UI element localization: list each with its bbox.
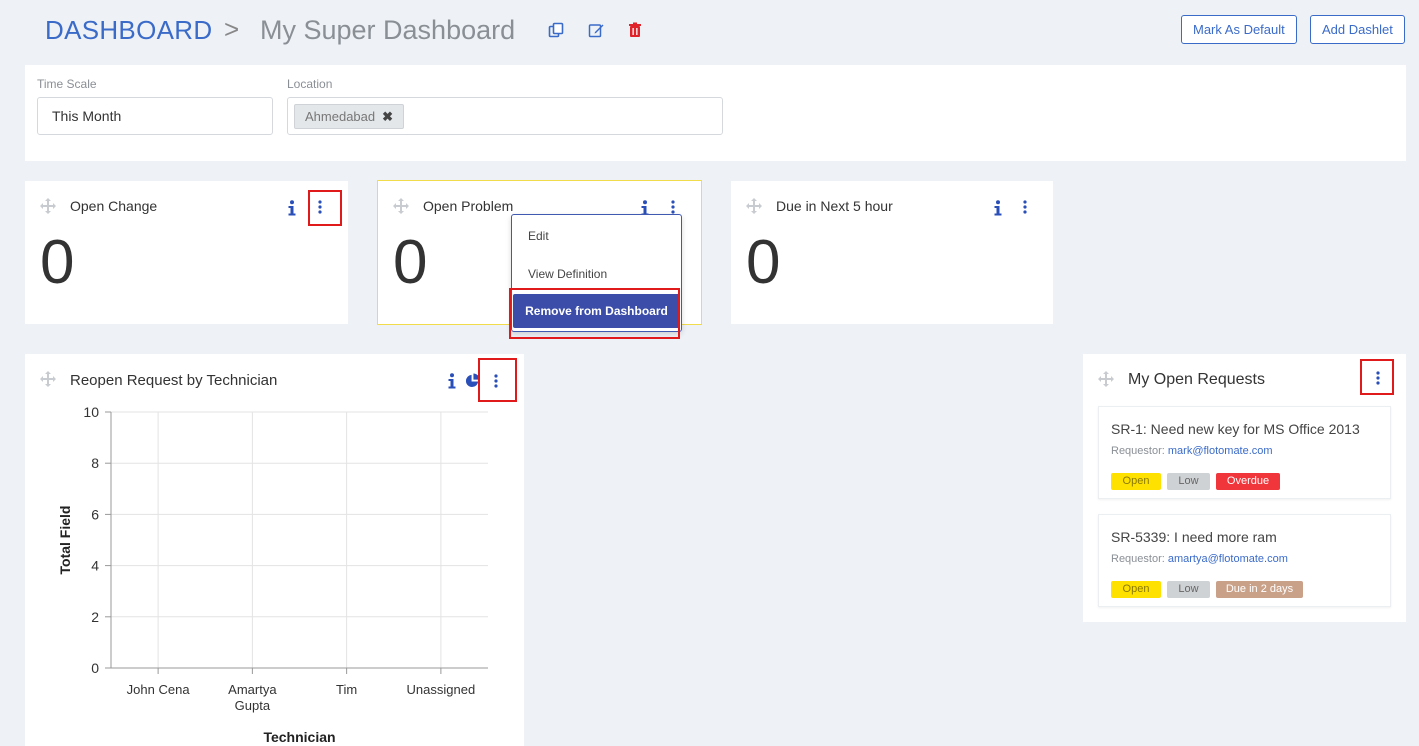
page-title: My Super Dashboard	[260, 15, 516, 45]
dashlet-value: 0	[393, 228, 428, 297]
menu-item-edit[interactable]: Edit	[528, 229, 549, 243]
x-tick-label: Amartya Gupta	[228, 682, 277, 713]
more-options-icon[interactable]	[670, 200, 676, 214]
status-badge: Open	[1111, 581, 1161, 598]
requestor-line: Requestor: mark@flotomate.com	[1111, 445, 1273, 457]
y-tick-label: 2	[91, 609, 99, 625]
location-label: Location	[287, 77, 333, 91]
filter-panel: Time Scale This Month Location Ahmedabad…	[25, 65, 1406, 161]
bar-chart: 0 2 4 6 8 10 John Cena Amartya Gupta Tim Unassigne…	[57, 404, 488, 745]
menu-item-view-definition[interactable]: View Definition	[528, 267, 607, 281]
requestor-email-link[interactable]: amartya@flotomate.com	[1168, 553, 1288, 565]
dashlet-value: 0	[40, 228, 75, 297]
requestor-email-link[interactable]: mark@flotomate.com	[1168, 445, 1273, 457]
dashlet-title: Open Problem	[423, 198, 514, 214]
dashlet-open-change: Open Change 0	[25, 181, 348, 324]
x-tick-label: Tim	[336, 682, 357, 697]
add-dashlet-button[interactable]: Add Dashlet	[1310, 15, 1405, 44]
location-multiselect[interactable]: Ahmedabad ✖	[287, 97, 723, 135]
requestor-label: Requestor:	[1111, 553, 1165, 565]
reopen-request-chart-panel: Reopen Request by Technician 0 2 4 6 8 10 John…	[25, 354, 524, 746]
chip-remove-icon[interactable]: ✖	[382, 109, 393, 124]
more-options-icon[interactable]	[1375, 371, 1381, 385]
info-icon[interactable]	[992, 200, 1004, 216]
requests-panel-title: My Open Requests	[1128, 371, 1265, 388]
requestor-line: Requestor: amartya@flotomate.com	[1111, 553, 1288, 565]
dashlet-value: 0	[746, 228, 781, 297]
requestor-label: Requestor:	[1111, 445, 1165, 457]
copy-icon[interactable]	[548, 22, 564, 38]
request-card[interactable]: SR-1: Need new key for MS Office 2013 Re…	[1098, 406, 1391, 499]
y-tick-label: 4	[91, 558, 99, 574]
y-tick-label: 6	[91, 506, 99, 522]
dashlet-due-next-5-hour: Due in Next 5 hour 0	[731, 181, 1053, 324]
due-badge: Due in 2 days	[1216, 581, 1303, 598]
dashlet-title: Open Change	[70, 198, 158, 214]
x-tick-label: John Cena	[127, 682, 191, 697]
location-chip-label: Ahmedabad	[305, 109, 376, 124]
drag-handle-icon[interactable]	[1098, 371, 1114, 387]
due-badge: Overdue	[1216, 473, 1280, 490]
location-chip: Ahmedabad ✖	[294, 104, 405, 129]
dashlet-options-menu: Edit View Definition Remove from Dashboa…	[511, 214, 682, 332]
edit-icon[interactable]	[588, 22, 604, 38]
y-tick-label: 8	[91, 455, 99, 471]
breadcrumb-dashboard-link[interactable]: DASHBOARD	[45, 15, 212, 46]
priority-badge: Low	[1167, 581, 1210, 598]
priority-badge: Low	[1167, 473, 1210, 490]
time-scale-select[interactable]: This Month	[37, 97, 273, 135]
request-title[interactable]: SR-5339: I need more ram	[1111, 529, 1277, 545]
x-axis-title: Technician	[263, 729, 335, 745]
page-header: DASHBOARD > My Super Dashboard Mark As D…	[0, 0, 1419, 62]
status-badge: Open	[1111, 473, 1161, 490]
info-icon[interactable]	[286, 200, 298, 216]
delete-icon[interactable]	[627, 22, 643, 38]
y-tick-label: 0	[91, 660, 99, 676]
drag-handle-icon[interactable]	[393, 198, 409, 214]
y-axis-title: Total Field	[57, 506, 73, 575]
request-card[interactable]: SR-5339: I need more ram Requestor: amar…	[1098, 514, 1391, 607]
more-options-icon[interactable]	[1022, 200, 1028, 214]
request-title[interactable]: SR-1: Need new key for MS Office 2013	[1111, 421, 1360, 437]
y-tick-label: 10	[83, 404, 99, 420]
breadcrumb-separator: >	[224, 14, 240, 44]
remove-from-dashboard-button[interactable]: Remove from Dashboard	[513, 294, 680, 328]
dashlet-title: Due in Next 5 hour	[776, 198, 893, 214]
time-scale-label: Time Scale	[37, 77, 97, 91]
drag-handle-icon[interactable]	[746, 198, 762, 214]
mark-as-default-button[interactable]: Mark As Default	[1181, 15, 1297, 44]
x-tick-label: Unassigned	[407, 682, 476, 697]
more-options-icon[interactable]	[317, 200, 323, 214]
drag-handle-icon[interactable]	[40, 198, 56, 214]
